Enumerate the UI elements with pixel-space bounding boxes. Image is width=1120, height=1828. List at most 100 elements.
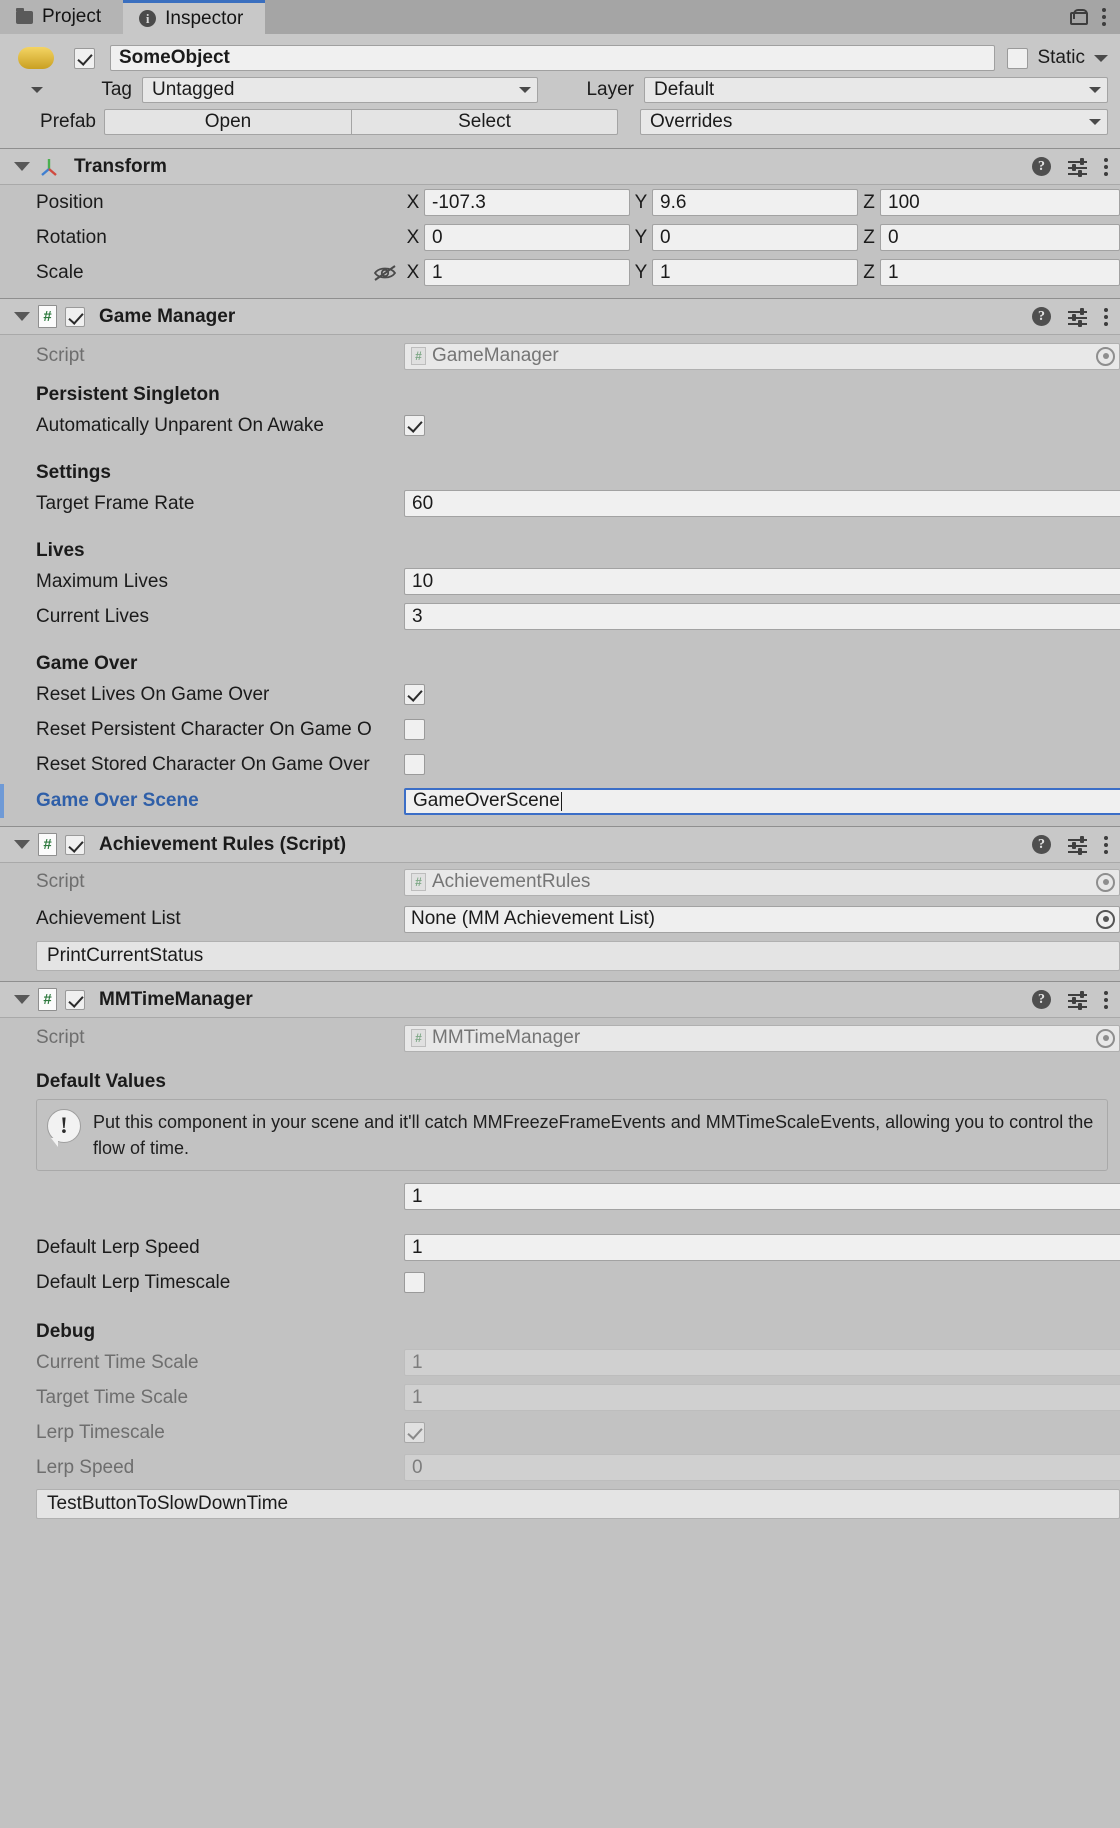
transform-header[interactable]: Transform ? <box>0 149 1120 185</box>
preset-icon[interactable] <box>1068 307 1087 327</box>
gameobject-disclosure-toggle[interactable] <box>10 87 64 93</box>
print-current-status-button[interactable]: PrintCurrentStatus <box>36 941 1120 971</box>
layer-value: Default <box>654 79 715 100</box>
lock-icon[interactable] <box>1070 9 1088 25</box>
script-label: Script <box>36 871 85 892</box>
target-time-scale-input: 1 <box>404 1384 1120 1412</box>
prefab-open-button[interactable]: Open <box>104 109 352 135</box>
rotation-x-input[interactable]: 0 <box>424 224 630 251</box>
editor-tab-bar: Project i Inspector <box>0 0 1120 34</box>
game-manager-enabled-checkbox[interactable] <box>65 306 85 327</box>
eye-off-icon[interactable] <box>372 263 398 283</box>
gameobject-header: SomeObject Static Tag Untagged Layer Def… <box>0 34 1120 148</box>
preset-icon[interactable] <box>1068 157 1087 177</box>
scale-x-input[interactable]: 1 <box>424 259 630 286</box>
axis-x-label: X <box>406 191 420 213</box>
help-icon[interactable]: ? <box>1032 835 1051 854</box>
position-z-input[interactable]: 100 <box>880 189 1120 216</box>
tab-project[interactable]: Project <box>0 0 124 34</box>
preset-icon[interactable] <box>1068 990 1087 1010</box>
text-cursor <box>560 791 563 811</box>
achievement-rules-header[interactable]: # Achievement Rules (Script) ? <box>0 827 1120 863</box>
kebab-menu-icon[interactable] <box>1104 990 1108 1009</box>
achievement-list-objectfield[interactable]: None (MM Achievement List) <box>404 905 1120 933</box>
auto-unparent-checkbox[interactable] <box>404 415 425 436</box>
row-default-lerp-speed: Default Lerp Speed 1 <box>0 1230 1120 1265</box>
prefab-overrides-dropdown[interactable]: Overrides <box>640 109 1108 135</box>
script-value: AchievementRules <box>432 871 591 892</box>
help-icon[interactable]: ? <box>1032 157 1051 176</box>
layer-dropdown[interactable]: Default <box>644 77 1108 103</box>
kebab-menu-icon[interactable] <box>1104 835 1108 854</box>
prefab-icon <box>18 47 54 69</box>
preset-icon[interactable] <box>1068 835 1087 855</box>
chevron-down-icon[interactable] <box>14 995 30 1004</box>
object-picker-icon[interactable] <box>1096 346 1115 366</box>
kebab-menu-icon[interactable] <box>1104 157 1108 176</box>
rotation-y-input[interactable]: 0 <box>652 224 858 251</box>
info-help-box: ! Put this component in your scene and i… <box>36 1099 1108 1172</box>
help-icon[interactable]: ? <box>1032 307 1051 326</box>
kebab-menu-icon[interactable] <box>1102 8 1106 26</box>
target-frame-rate-input[interactable]: 60 <box>404 490 1120 517</box>
static-control: Static <box>1007 47 1108 69</box>
script-value: MMTimeManager <box>432 1027 581 1048</box>
reset-persistent-character-checkbox[interactable] <box>404 719 425 740</box>
reset-stored-character-checkbox[interactable] <box>404 754 425 775</box>
game-over-scene-input[interactable]: GameOverScene <box>404 787 1120 815</box>
reset-lives-checkbox[interactable] <box>404 684 425 705</box>
lerp-timescale-checkbox <box>404 1422 425 1444</box>
mm-time-manager-header[interactable]: # MMTimeManager ? <box>0 982 1120 1018</box>
help-icon[interactable]: ? <box>1032 990 1051 1009</box>
test-button-to-slow-down-time-button[interactable]: TestButtonToSlowDownTime <box>36 1489 1120 1520</box>
position-x-input[interactable]: -107.3 <box>424 189 630 216</box>
kebab-menu-icon[interactable] <box>1104 307 1108 326</box>
script-label: Script <box>36 1027 85 1048</box>
prefab-row: Prefab Open Select Overrides <box>0 106 1120 138</box>
rotation-z-input[interactable]: 0 <box>880 224 1120 251</box>
axis-z-label: Z <box>863 191 875 213</box>
tab-inspector[interactable]: i Inspector <box>123 0 266 34</box>
mm-time-manager-enabled-checkbox[interactable] <box>65 989 85 1010</box>
row-achievement-list: Achievement List None (MM Achievement Li… <box>0 901 1120 937</box>
default-lerp-timescale-checkbox[interactable] <box>404 1272 425 1294</box>
game-manager-header-controls: ? <box>1032 307 1108 327</box>
auto-unparent-label: Automatically Unparent On Awake <box>36 414 324 436</box>
gameobject-name-input[interactable]: SomeObject <box>110 45 996 71</box>
row-current-lives: Current Lives 3 <box>0 599 1120 634</box>
prefab-select-button[interactable]: Select <box>352 109 618 135</box>
exclamation-bubble-icon: ! <box>47 1109 81 1147</box>
object-picker-icon[interactable] <box>1096 1028 1115 1048</box>
static-dropdown-chevron-icon[interactable] <box>1094 54 1108 62</box>
component-transform: Transform ? Position X -107.3 Y 9.6 Z 10… <box>0 148 1120 298</box>
rotation-label: Rotation <box>36 226 107 248</box>
default-lerp-speed-input[interactable]: 1 <box>404 1234 1120 1262</box>
object-picker-icon[interactable] <box>1096 872 1115 892</box>
gameobject-active-checkbox[interactable] <box>74 47 95 69</box>
tag-dropdown[interactable]: Untagged <box>142 77 538 103</box>
object-picker-icon[interactable] <box>1096 909 1115 929</box>
component-mm-time-manager: # MMTimeManager ? Script # MMTimeManager… <box>0 981 1120 1520</box>
chevron-down-icon[interactable] <box>14 840 30 849</box>
target-frame-rate-label: Target Frame Rate <box>36 492 195 514</box>
game-manager-header[interactable]: # Game Manager ? <box>0 299 1120 335</box>
row-reset-lives-on-game-over: Reset Lives On Game Over <box>0 677 1120 712</box>
current-lives-input[interactable]: 3 <box>404 603 1120 630</box>
row-lerp-timescale: Lerp Timescale <box>0 1415 1120 1450</box>
row-auto-unparent: Automatically Unparent On Awake <box>0 408 1120 443</box>
achievement-rules-enabled-checkbox[interactable] <box>65 834 85 855</box>
scale-z-input[interactable]: 1 <box>880 259 1120 286</box>
chevron-down-icon <box>519 87 531 93</box>
maximum-lives-input[interactable]: 10 <box>404 568 1120 595</box>
chevron-down-icon <box>31 87 43 93</box>
scale-y-input[interactable]: 1 <box>652 259 858 286</box>
tag-layer-row: Tag Untagged Layer Default <box>0 74 1120 106</box>
chevron-down-icon[interactable] <box>14 162 30 171</box>
game-over-scene-value: GameOverScene <box>413 790 560 811</box>
position-y-input[interactable]: 9.6 <box>652 189 858 216</box>
chevron-down-icon[interactable] <box>14 312 30 321</box>
static-checkbox[interactable] <box>1007 47 1029 69</box>
unnamed-default-value-input[interactable]: 1 <box>404 1183 1120 1211</box>
section-default-values: Default Values <box>36 1071 166 1092</box>
achievement-rules-script-row: Script # AchievementRules <box>0 863 1120 901</box>
